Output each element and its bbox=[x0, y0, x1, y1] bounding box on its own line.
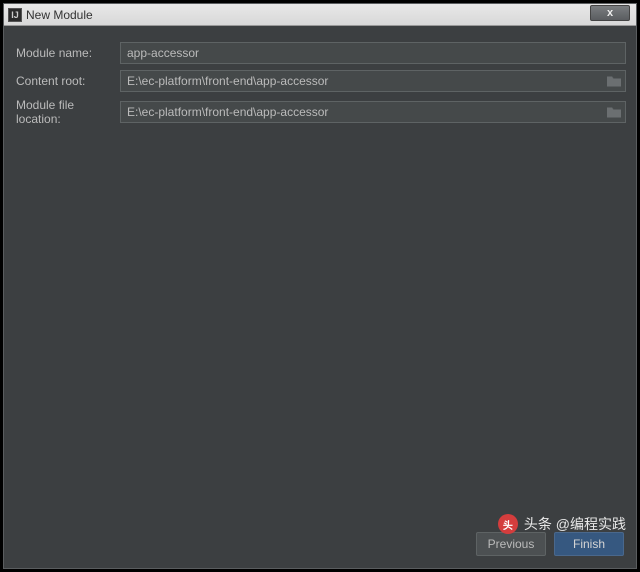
dialog-content: Module name: Content root: Module file l… bbox=[4, 26, 636, 568]
app-icon: IJ bbox=[8, 8, 22, 22]
row-module-file-location: Module file location: bbox=[14, 98, 626, 126]
folder-icon[interactable] bbox=[606, 75, 622, 88]
form-area: Module name: Content root: Module file l… bbox=[14, 42, 626, 526]
previous-button[interactable]: Previous bbox=[476, 532, 546, 556]
window-title: New Module bbox=[26, 8, 93, 22]
label-module-name: Module name: bbox=[14, 46, 120, 60]
module-name-input[interactable] bbox=[120, 42, 626, 64]
folder-icon[interactable] bbox=[606, 106, 622, 119]
label-content-root: Content root: bbox=[14, 74, 120, 88]
dialog-window: IJ New Module x Module name: Content roo… bbox=[3, 3, 637, 569]
content-root-input[interactable] bbox=[120, 70, 626, 92]
row-content-root: Content root: bbox=[14, 70, 626, 92]
close-button[interactable]: x bbox=[590, 5, 630, 21]
finish-button[interactable]: Finish bbox=[554, 532, 624, 556]
button-bar: Previous Finish bbox=[14, 526, 626, 558]
titlebar[interactable]: IJ New Module x bbox=[4, 4, 636, 26]
module-file-location-input[interactable] bbox=[120, 101, 626, 123]
row-module-name: Module name: bbox=[14, 42, 626, 64]
label-module-file-location: Module file location: bbox=[14, 98, 120, 126]
